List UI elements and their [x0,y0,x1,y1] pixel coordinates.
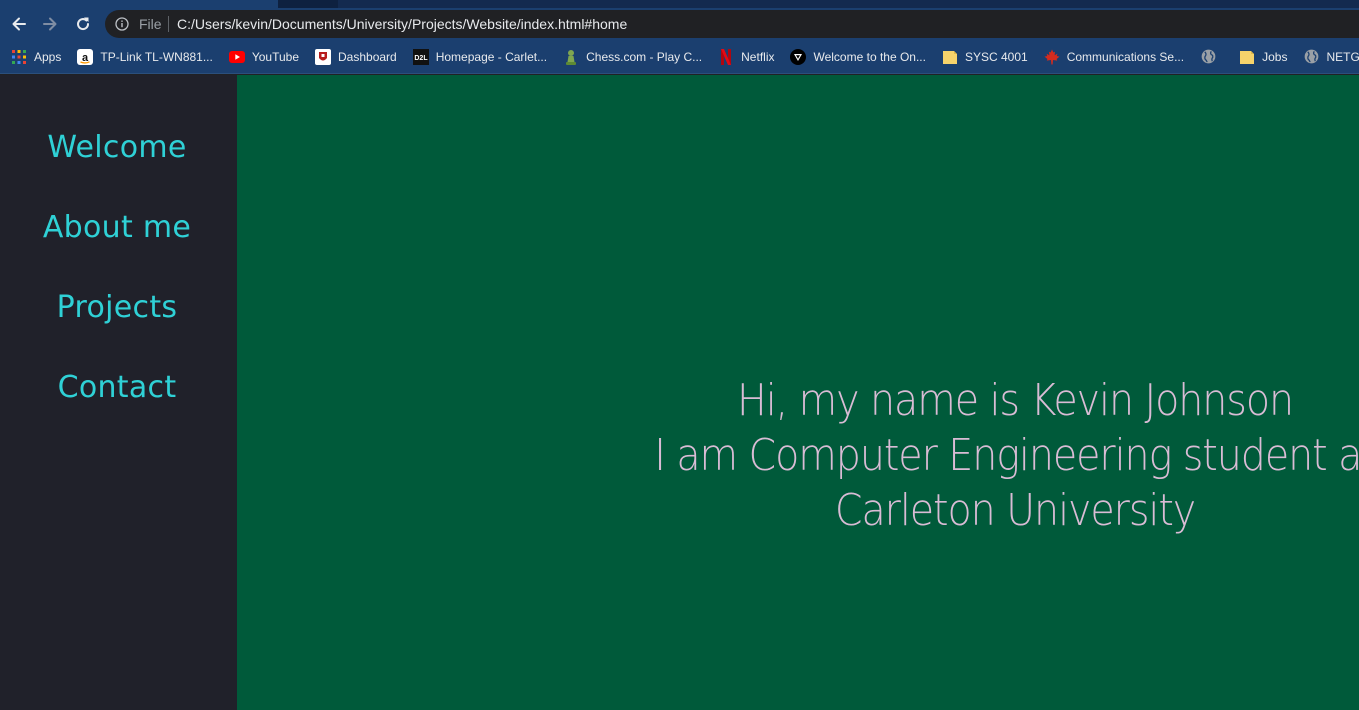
hero-line-student: I am Computer Engineering student at [654,430,1359,481]
bookmark-label: Jobs [1262,49,1288,64]
nav-link-projects[interactable]: Projects [0,288,234,328]
sidebar-nav: Welcome About me Projects Contact [0,75,237,710]
bookmark-label: Dashboard [338,49,397,64]
hero-line-university: Carleton University [834,485,1196,536]
hero-text: Hi, my name is Kevin Johnson I am Comput… [547,373,1359,538]
omnibox-divider [168,16,169,32]
bookmark-label: TP-Link TL-WN881... [100,49,213,64]
bookmark-label: Communications Se... [1066,49,1185,64]
bookmark-tp-link[interactable]: a TP-Link TL-WN881... [77,44,213,70]
bookmark-netflix[interactable]: Netflix [718,44,774,70]
bookmark-label: Chess.com - Play C... [586,49,703,64]
amazon-icon: a [77,48,94,65]
bookmark-apps[interactable]: Apps [11,44,61,70]
reload-button[interactable] [71,12,95,36]
nav-link-about-me[interactable]: About me [0,208,234,248]
bookmark-youtube[interactable]: YouTube [228,44,299,70]
active-tab[interactable] [0,0,278,8]
back-arrow-icon [12,17,26,31]
hero-line-intro: Hi, my name is Kevin Johnson [737,375,1294,426]
bookmark-label: Homepage - Carlet... [435,49,548,64]
globe-icon [1200,49,1216,65]
tab-separator [278,0,338,8]
bookmark-chess[interactable]: Chess.com - Play C... [563,44,702,70]
url-text[interactable]: C:/Users/kevin/Documents/University/Proj… [177,15,627,33]
bookmark-welcome[interactable]: Welcome to the On... [790,44,926,70]
bookmark-label: Netflix [741,49,775,64]
bookmark-netgear[interactable]: NETGEAR [1303,44,1359,70]
dashboard-icon [315,48,331,65]
browser-window: File C:/Users/kevin/Documents/University… [0,0,1359,710]
navigation-bar: File C:/Users/kevin/Documents/University… [0,8,1359,40]
folder-icon [942,49,958,65]
scheme-label: File [139,16,162,32]
youtube-icon [228,49,245,65]
bookmarks-bar: Apps a TP-Link TL-WN881... YouTube Dashb… [0,40,1359,74]
bookmark-dashboard[interactable]: Dashboard [315,44,397,70]
bookmark-label: Apps [34,49,62,64]
forward-arrow-icon [43,17,57,31]
forward-button[interactable] [38,12,62,36]
bookmark-label: Welcome to the On... [813,49,926,64]
globe-icon [1303,49,1319,65]
nav-link-contact[interactable]: Contact [0,368,234,408]
chess-pawn-icon [563,49,579,65]
bookmark-label: YouTube [251,49,299,64]
home-section: Hi, my name is Kevin Johnson I am Comput… [237,75,1359,710]
maple-leaf-icon [1044,49,1060,65]
bookmark-label: NETGEAR [1326,49,1359,64]
d2l-icon: D2L [412,48,429,65]
apps-grid-icon [11,49,27,65]
shield-icon [790,48,807,65]
info-icon[interactable] [115,17,129,31]
back-button[interactable] [7,12,31,36]
svg-text:D2L: D2L [414,55,428,62]
reload-icon [77,17,90,31]
bookmark-globe[interactable] [1200,44,1223,70]
bookmark-jobs[interactable]: Jobs [1239,44,1287,70]
tab-strip [0,0,1359,8]
bookmark-label: SYSC 4001 [964,49,1028,64]
bookmark-communications[interactable]: Communications Se... [1044,44,1184,70]
nav-link-welcome[interactable]: Welcome [0,128,234,168]
netflix-icon [718,48,734,65]
bookmark-carleton-homepage[interactable]: D2L Homepage - Carlet... [412,44,548,70]
folder-icon [1239,49,1255,65]
page-viewport: Welcome About me Projects Contact Hi, my… [0,75,1359,710]
address-bar[interactable]: File C:/Users/kevin/Documents/University… [105,10,1359,38]
bookmark-sysc-4001[interactable]: SYSC 4001 [942,44,1028,70]
